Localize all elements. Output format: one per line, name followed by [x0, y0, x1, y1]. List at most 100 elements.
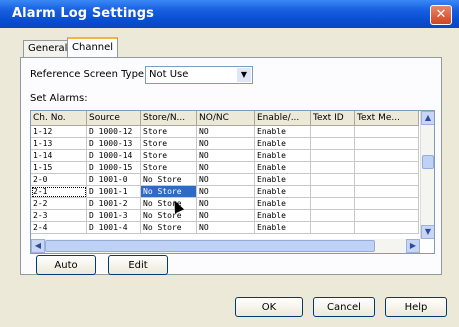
- table-cell[interactable]: Enable: [255, 138, 311, 150]
- table-cell[interactable]: Enable: [255, 174, 311, 186]
- column-header[interactable]: Text ID: [311, 111, 355, 125]
- table-cell[interactable]: 1-14: [31, 150, 87, 162]
- table-row[interactable]: 1-14 D 1000-14 Store NO Enable: [31, 150, 419, 162]
- table-cell[interactable]: D 1001-1: [87, 186, 141, 198]
- scroll-right-icon[interactable]: ▶: [406, 239, 420, 253]
- table-cell[interactable]: No Store: [141, 210, 197, 222]
- table-cell[interactable]: [311, 222, 355, 234]
- table-cell[interactable]: D 1000-12: [87, 126, 141, 138]
- edit-button[interactable]: Edit: [108, 255, 168, 275]
- ok-button[interactable]: OK: [235, 297, 303, 317]
- alarm-log-settings-dialog: Alarm Log Settings ✕ General Channel Ref…: [0, 0, 459, 327]
- chevron-down-icon[interactable]: ▼: [237, 68, 251, 82]
- scroll-down-icon[interactable]: ▼: [421, 225, 434, 239]
- table-cell[interactable]: [311, 162, 355, 174]
- table-cell[interactable]: [311, 186, 355, 198]
- column-header[interactable]: Enable/...: [255, 111, 311, 125]
- table-cell[interactable]: NO: [197, 198, 255, 210]
- table-cell[interactable]: [355, 174, 419, 186]
- table-cell[interactable]: Store: [141, 162, 197, 174]
- column-header[interactable]: NO/NC: [197, 111, 255, 125]
- table-cell[interactable]: No Store: [141, 222, 197, 234]
- table-cell[interactable]: [355, 150, 419, 162]
- table-cell[interactable]: No Store: [141, 186, 197, 198]
- scroll-left-icon[interactable]: ◀: [31, 239, 45, 253]
- tab-general[interactable]: General: [23, 40, 73, 57]
- column-header[interactable]: Source: [87, 111, 141, 125]
- scroll-up-icon[interactable]: ▲: [421, 111, 434, 125]
- table-cell[interactable]: D 1000-14: [87, 150, 141, 162]
- table-cell[interactable]: D 1000-15: [87, 162, 141, 174]
- table-cell[interactable]: NO: [197, 138, 255, 150]
- table-cell[interactable]: Store: [141, 150, 197, 162]
- table-cell[interactable]: [355, 138, 419, 150]
- table-cell[interactable]: NO: [197, 210, 255, 222]
- table-cell[interactable]: No Store: [141, 174, 197, 186]
- table-cell[interactable]: 2-2: [31, 198, 87, 210]
- auto-button[interactable]: Auto: [36, 255, 96, 275]
- table-cell[interactable]: [355, 222, 419, 234]
- table-cell[interactable]: Store: [141, 138, 197, 150]
- table-cell[interactable]: Enable: [255, 198, 311, 210]
- cancel-button[interactable]: Cancel: [313, 297, 375, 317]
- table-cell[interactable]: 2-4: [31, 222, 87, 234]
- vertical-scrollbar[interactable]: ▲ ▼: [420, 111, 434, 239]
- table-cell[interactable]: NO: [197, 174, 255, 186]
- alarms-grid[interactable]: Ch. No. Source Store/N... NO/NC Enable/... Te…: [30, 110, 435, 254]
- table-cell[interactable]: Enable: [255, 150, 311, 162]
- table-cell[interactable]: Enable: [255, 162, 311, 174]
- table-cell[interactable]: [311, 150, 355, 162]
- table-cell[interactable]: 1-13: [31, 138, 87, 150]
- table-cell[interactable]: [311, 126, 355, 138]
- table-cell[interactable]: D 1001-3: [87, 210, 141, 222]
- table-cell[interactable]: [311, 198, 355, 210]
- table-cell[interactable]: Store: [141, 126, 197, 138]
- table-cell[interactable]: NO: [197, 126, 255, 138]
- title-bar[interactable]: Alarm Log Settings ✕: [0, 0, 459, 28]
- table-cell[interactable]: No Store: [141, 198, 197, 210]
- horizontal-scroll-thumb[interactable]: [45, 240, 375, 252]
- table-cell[interactable]: [355, 186, 419, 198]
- tab-channel[interactable]: Channel: [67, 37, 119, 59]
- horizontal-scrollbar[interactable]: ◀ ▶: [31, 239, 420, 253]
- table-row[interactable]: 1-15 D 1000-15 Store NO Enable: [31, 162, 419, 174]
- table-cell[interactable]: [311, 174, 355, 186]
- table-cell[interactable]: D 1001-4: [87, 222, 141, 234]
- table-cell[interactable]: Enable: [255, 186, 311, 198]
- table-cell[interactable]: [355, 162, 419, 174]
- reference-screen-type-select[interactable]: Not Use ▼: [145, 66, 253, 84]
- table-cell[interactable]: [311, 138, 355, 150]
- table-row[interactable]: 2-2 D 1001-2 No Store NO Enable: [31, 198, 419, 210]
- table-cell[interactable]: NO: [197, 150, 255, 162]
- help-button[interactable]: Help: [385, 297, 447, 317]
- column-header[interactable]: Store/N...: [141, 111, 197, 125]
- table-cell[interactable]: D 1000-13: [87, 138, 141, 150]
- table-cell[interactable]: [355, 126, 419, 138]
- table-cell[interactable]: [311, 210, 355, 222]
- close-button[interactable]: ✕: [430, 5, 452, 25]
- table-cell[interactable]: Enable: [255, 222, 311, 234]
- table-cell[interactable]: [355, 210, 419, 222]
- table-cell[interactable]: 2-1: [31, 186, 87, 198]
- table-cell[interactable]: NO: [197, 222, 255, 234]
- table-row[interactable]: 2-1 D 1001-1 No Store NO Enable: [31, 186, 419, 198]
- table-cell[interactable]: NO: [197, 162, 255, 174]
- vertical-scroll-thumb[interactable]: [422, 155, 434, 169]
- table-cell[interactable]: 1-12: [31, 126, 87, 138]
- column-header[interactable]: Text Me...: [355, 111, 419, 125]
- table-cell[interactable]: 1-15: [31, 162, 87, 174]
- table-cell[interactable]: 2-0: [31, 174, 87, 186]
- table-cell[interactable]: 2-3: [31, 210, 87, 222]
- table-row[interactable]: 2-4 D 1001-4 No Store NO Enable: [31, 222, 419, 234]
- table-cell[interactable]: D 1001-0: [87, 174, 141, 186]
- table-cell[interactable]: D 1001-2: [87, 198, 141, 210]
- table-cell[interactable]: [355, 198, 419, 210]
- table-row[interactable]: 1-13 D 1000-13 Store NO Enable: [31, 138, 419, 150]
- table-cell[interactable]: Enable: [255, 210, 311, 222]
- column-header[interactable]: Ch. No.: [31, 111, 87, 125]
- table-cell[interactable]: NO: [197, 186, 255, 198]
- table-row[interactable]: 2-3 D 1001-3 No Store NO Enable: [31, 210, 419, 222]
- table-row[interactable]: 1-12 D 1000-12 Store NO Enable: [31, 126, 419, 138]
- table-cell[interactable]: Enable: [255, 126, 311, 138]
- table-row[interactable]: 2-0 D 1001-0 No Store NO Enable: [31, 174, 419, 186]
